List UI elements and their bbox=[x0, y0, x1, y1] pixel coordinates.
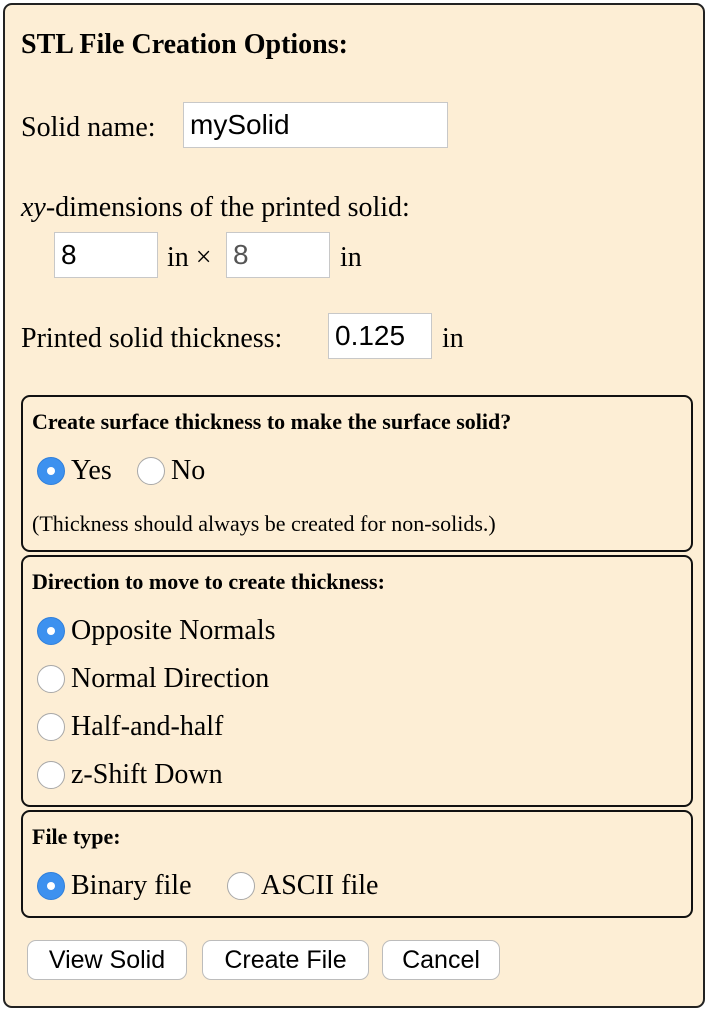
radio-normal-direction-button[interactable] bbox=[37, 665, 65, 693]
radio-binary-file-label: Binary file bbox=[71, 870, 192, 901]
view-solid-button[interactable]: View Solid bbox=[27, 940, 187, 980]
surface-thickness-title: Create surface thickness to make the sur… bbox=[32, 409, 512, 434]
cancel-button[interactable]: Cancel bbox=[382, 940, 500, 980]
radio-z-shift-down[interactable]: z-Shift Down bbox=[37, 759, 223, 791]
direction-title: Direction to move to create thickness: bbox=[32, 569, 385, 594]
thickness-note: (Thickness should always be created for … bbox=[32, 511, 496, 536]
y-dimension-input[interactable] bbox=[226, 232, 330, 278]
surface-thickness-group: Create surface thickness to make the sur… bbox=[21, 395, 693, 552]
radio-half-and-half-label: Half-and-half bbox=[71, 711, 224, 742]
radio-opposite-normals-button[interactable] bbox=[37, 617, 65, 645]
solid-name-label: Solid name: bbox=[21, 112, 156, 143]
radio-ascii-file[interactable]: ASCII file bbox=[227, 870, 378, 902]
radio-no-label: No bbox=[171, 455, 206, 486]
stl-options-dialog: STL File Creation Options: Solid name: x… bbox=[3, 3, 705, 1008]
radio-z-shift-down-label: z-Shift Down bbox=[71, 759, 223, 790]
y-unit-label: in bbox=[340, 242, 362, 273]
radio-yes-label: Yes bbox=[71, 455, 112, 486]
dialog-title: STL File Creation Options: bbox=[21, 29, 348, 60]
radio-normal-direction-label: Normal Direction bbox=[71, 663, 270, 694]
radio-yes-button[interactable] bbox=[37, 457, 65, 485]
thickness-unit-label: in bbox=[442, 323, 464, 354]
xy-dimensions-label: xy-dimensions of the printed solid: bbox=[21, 192, 410, 224]
file-type-title: File type: bbox=[32, 824, 121, 849]
radio-opposite-normals-label: Opposite Normals bbox=[71, 615, 276, 646]
radio-yes[interactable]: Yes bbox=[37, 455, 112, 487]
create-file-button[interactable]: Create File bbox=[202, 940, 369, 980]
file-type-group: File type: Binary file ASCII file bbox=[21, 810, 693, 918]
x-dimension-input[interactable] bbox=[54, 232, 158, 278]
solid-name-input[interactable] bbox=[183, 102, 448, 148]
radio-half-and-half[interactable]: Half-and-half bbox=[37, 711, 223, 743]
xy-italic-label: xy bbox=[21, 192, 46, 223]
radio-opposite-normals[interactable]: Opposite Normals bbox=[37, 615, 276, 647]
radio-binary-file[interactable]: Binary file bbox=[37, 870, 192, 902]
radio-normal-direction[interactable]: Normal Direction bbox=[37, 663, 269, 695]
radio-binary-file-button[interactable] bbox=[37, 872, 65, 900]
radio-ascii-file-button[interactable] bbox=[227, 872, 255, 900]
thickness-label: Printed solid thickness: bbox=[21, 323, 283, 354]
radio-ascii-file-label: ASCII file bbox=[261, 870, 379, 901]
direction-group: Direction to move to create thickness: O… bbox=[21, 555, 693, 807]
radio-half-and-half-button[interactable] bbox=[37, 713, 65, 741]
x-unit-times-label: in × bbox=[167, 242, 212, 273]
thickness-input[interactable] bbox=[328, 313, 432, 359]
radio-no-button[interactable] bbox=[137, 457, 165, 485]
xy-dimensions-label-text: -dimensions of the printed solid: bbox=[45, 192, 410, 223]
radio-no[interactable]: No bbox=[137, 455, 205, 487]
radio-z-shift-down-button[interactable] bbox=[37, 761, 65, 789]
